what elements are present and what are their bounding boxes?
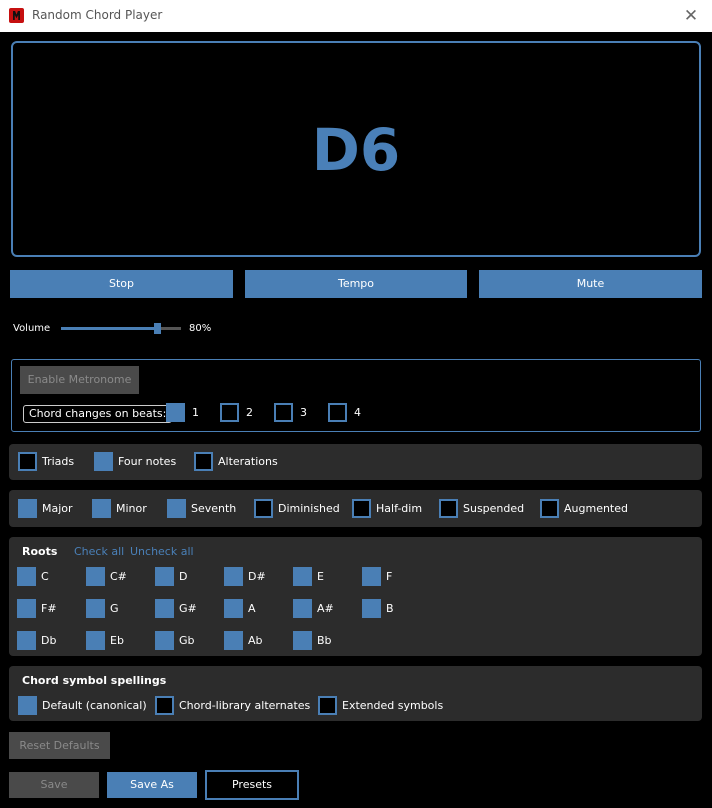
quality-half-dim-label: Half-dim [376,502,423,515]
root-bb-label: Bb [317,634,332,647]
quality-augmented-checkbox[interactable] [540,499,559,518]
title-bar: Random Chord Player ✕ [0,0,712,32]
current-chord: D6 [311,116,401,184]
root-b-label: B [386,602,394,615]
quality-major-checkbox[interactable] [18,499,37,518]
app-logo-icon [9,8,24,23]
root-f-sharp-label: F# [41,602,57,615]
root-bb-checkbox[interactable] [293,631,312,650]
root-gb-label: Gb [179,634,195,647]
notes-alterations-label: Alterations [218,455,278,468]
notes-alterations-checkbox[interactable] [194,452,213,471]
beat-4-label: 4 [354,406,361,419]
window-title: Random Chord Player [32,8,163,22]
mute-button[interactable]: Mute [479,270,702,298]
root-f-sharp-checkbox[interactable] [17,599,36,618]
root-a-sharp-label: A# [317,602,334,615]
beat-1-label: 1 [192,406,199,419]
root-f-checkbox[interactable] [362,567,381,586]
root-d-sharp-checkbox[interactable] [224,567,243,586]
quality-major-label: Major [42,502,73,515]
chord-display: D6 [11,41,701,257]
beat-3-label: 3 [300,406,307,419]
root-eb-label: Eb [110,634,124,647]
beat-1-checkbox[interactable] [166,403,185,422]
root-g-checkbox[interactable] [86,599,105,618]
spelling-chord-library-alternates-checkbox[interactable] [155,696,174,715]
root-a-sharp-checkbox[interactable] [293,599,312,618]
presets-button[interactable]: Presets [205,770,299,800]
root-d-checkbox[interactable] [155,567,174,586]
spelling-extended-symbols-checkbox[interactable] [318,696,337,715]
root-g-label: G [110,602,119,615]
root-a-label: A [248,602,256,615]
check-all-link[interactable]: Check all [74,545,124,558]
root-e-label: E [317,570,324,583]
root-c-sharp-checkbox[interactable] [86,567,105,586]
save-button[interactable]: Save [9,772,99,798]
roots-title: Roots [22,545,58,558]
spelling-default-canonical-label: Default (canonical) [42,699,147,712]
notes-four-notes-checkbox[interactable] [94,452,113,471]
root-g-sharp-checkbox[interactable] [155,599,174,618]
root-c-checkbox[interactable] [17,567,36,586]
root-db-label: Db [41,634,57,647]
metronome-group: Enable Metronome Chord changes on beats:… [11,359,701,432]
roots-panel: Roots Check all Uncheck all C C# D D# E F F# G G… [9,537,702,656]
root-c-label: C [41,570,49,583]
quality-seventh-label: Seventh [191,502,237,515]
reset-defaults-button[interactable]: Reset Defaults [9,732,110,759]
beat-4-checkbox[interactable] [328,403,347,422]
note-count-panel: Triads Four notes Alterations [9,444,702,480]
beat-2-label: 2 [246,406,253,419]
spelling-chord-library-alternates-label: Chord-library alternates [179,699,311,712]
volume-label: Volume [13,323,51,334]
volume-slider-fill [61,327,157,330]
quality-diminished-label: Diminished [278,502,340,515]
spellings-title: Chord symbol spellings [22,674,167,687]
volume-slider[interactable] [61,323,181,334]
beat-2-checkbox[interactable] [220,403,239,422]
quality-minor-label: Minor [116,502,147,515]
root-gb-checkbox[interactable] [155,631,174,650]
root-e-checkbox[interactable] [293,567,312,586]
beat-3-checkbox[interactable] [274,403,293,422]
root-d-label: D [179,570,188,583]
volume-value: 80% [189,323,212,334]
root-eb-checkbox[interactable] [86,631,105,650]
close-icon[interactable]: ✕ [678,3,704,29]
enable-metronome-button[interactable]: Enable Metronome [20,366,139,394]
beats-label: Chord changes on beats: [23,405,173,423]
save-as-button[interactable]: Save As [107,772,197,798]
quality-half-dim-checkbox[interactable] [352,499,371,518]
notes-four-notes-label: Four notes [118,455,177,468]
tempo-button[interactable]: Tempo [245,270,467,298]
quality-panel: Major Minor Seventh Diminished Half-dim Suspe… [9,490,702,527]
notes-triads-checkbox[interactable] [18,452,37,471]
root-f-label: F [386,570,393,583]
uncheck-all-link[interactable]: Uncheck all [130,545,194,558]
root-a-checkbox[interactable] [224,599,243,618]
root-g-sharp-label: G# [179,602,197,615]
root-ab-checkbox[interactable] [224,631,243,650]
root-c-sharp-label: C# [110,570,127,583]
root-ab-label: Ab [248,634,263,647]
spelling-extended-symbols-label: Extended symbols [342,699,444,712]
root-db-checkbox[interactable] [17,631,36,650]
quality-suspended-label: Suspended [463,502,525,515]
quality-diminished-checkbox[interactable] [254,499,273,518]
root-b-checkbox[interactable] [362,599,381,618]
notes-triads-label: Triads [42,455,75,468]
stop-button[interactable]: Stop [10,270,233,298]
root-d-sharp-label: D# [248,570,266,583]
volume-slider-thumb[interactable] [154,323,161,334]
spellings-panel: Chord symbol spellings Default (canonica… [9,666,702,721]
quality-seventh-checkbox[interactable] [167,499,186,518]
quality-minor-checkbox[interactable] [92,499,111,518]
quality-augmented-label: Augmented [564,502,628,515]
spelling-default-canonical-checkbox[interactable] [18,696,37,715]
quality-suspended-checkbox[interactable] [439,499,458,518]
